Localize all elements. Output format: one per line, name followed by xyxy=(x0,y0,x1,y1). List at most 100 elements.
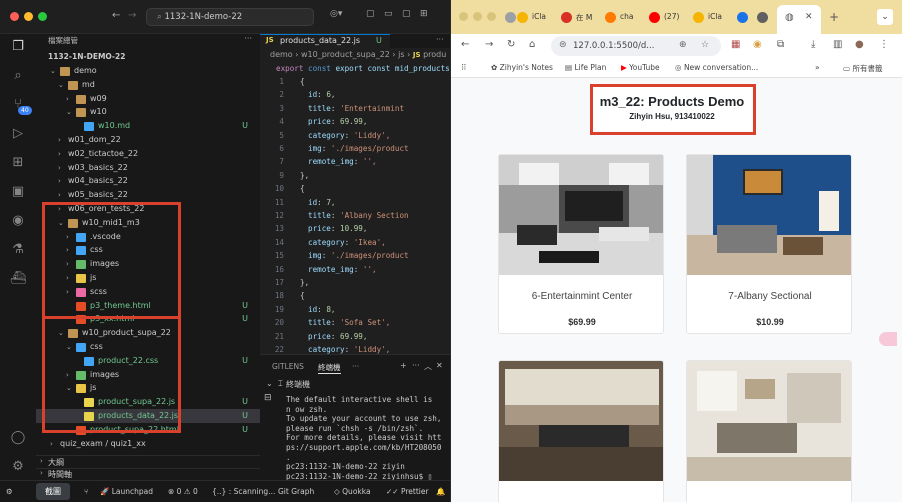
tree-item[interactable]: product_supa_22.html U xyxy=(36,423,260,437)
panel-tab-terminal[interactable]: 終端機 xyxy=(318,362,341,374)
browser-tab[interactable]: 在 M xyxy=(557,7,601,29)
minimize-window-icon[interactable] xyxy=(24,12,33,21)
tree-item[interactable]: › w02_tictactoe_22 xyxy=(36,147,260,161)
more-actions-icon[interactable]: ··· xyxy=(244,34,252,43)
floating-widget-icon[interactable] xyxy=(879,332,897,346)
breadcrumb-item[interactable]: produ xyxy=(423,50,446,59)
close-panel-icon[interactable]: ✕ xyxy=(436,361,443,370)
product-card[interactable]: 6-Entertainmint Center $69.99 xyxy=(498,154,664,334)
tree-item[interactable]: product_supa_22.js U xyxy=(36,395,260,409)
bookmark-item[interactable]: ▤ Life Plan xyxy=(565,63,606,72)
launchpad-item[interactable]: 🚀 Launchpad xyxy=(100,487,153,496)
quokka-item[interactable]: ◇ Quokka xyxy=(334,487,371,496)
all-bookmarks-item[interactable]: ▭ 所有書籤 xyxy=(843,63,882,74)
tree-item[interactable]: › images xyxy=(36,257,260,271)
tree-item[interactable]: ⌄ js xyxy=(36,381,260,395)
branch-icon[interactable]: ⑂ xyxy=(84,487,89,496)
tree-item[interactable]: › w06_oren_tests_22 xyxy=(36,202,260,216)
docker-icon[interactable]: ⛴ xyxy=(9,270,27,288)
tree-item[interactable]: › css xyxy=(36,243,260,257)
browser-tab[interactable]: cha xyxy=(601,7,645,29)
bookmark-item[interactable]: ▶ YouTube xyxy=(621,63,660,72)
menu-icon[interactable]: ⋮ xyxy=(879,39,889,50)
side-panel-icon[interactable]: ▥ xyxy=(833,39,842,50)
tree-item[interactable]: › w05_basics_22 xyxy=(36,188,260,202)
extensions-icon[interactable]: ⊞ xyxy=(9,154,27,172)
more-actions-icon[interactable]: ··· xyxy=(412,361,420,370)
home-icon[interactable]: ⌂ xyxy=(529,39,535,50)
copilot-icon[interactable]: ◎▾ xyxy=(330,9,342,19)
code-editor[interactable]: demo › w10_product_supa_22 › js › JS pro… xyxy=(260,48,450,354)
search-icon[interactable]: ⌕ xyxy=(9,67,27,85)
breadcrumb-item[interactable]: w10_product_supa_22 xyxy=(301,50,390,59)
bookmark-star-icon[interactable]: ☆ xyxy=(701,40,709,50)
tree-item[interactable]: p3_xx.html U xyxy=(36,312,260,326)
extensions-puzzle-icon[interactable]: ⧉ xyxy=(777,39,784,50)
browser-tab[interactable]: (27) xyxy=(645,7,689,29)
tree-item[interactable]: › js xyxy=(36,271,260,285)
editor-tab-products-data[interactable]: JS products_data_22.js U xyxy=(260,34,390,48)
tree-item[interactable]: › images xyxy=(36,368,260,382)
toggle-sidebar-icon[interactable]: ▢ xyxy=(366,9,375,19)
breadcrumb-item[interactable]: demo xyxy=(270,50,293,59)
tree-item[interactable]: p3_theme.html U xyxy=(36,299,260,313)
problems-item[interactable]: ⊗ 0 ⚠ 0 xyxy=(168,487,198,496)
tree-item[interactable]: › w01_dom_22 xyxy=(36,133,260,147)
close-window-icon[interactable] xyxy=(10,12,19,21)
toggle-panel-icon[interactable]: ▭ xyxy=(384,9,393,19)
extension-icon[interactable]: ◉ xyxy=(753,39,762,50)
panel-tab-gitlens[interactable]: GITLENS xyxy=(272,362,304,371)
tree-item[interactable]: › quiz_exam / quiz1_xx xyxy=(36,437,260,451)
product-card[interactable] xyxy=(686,360,852,502)
tree-item[interactable]: ⌄ css xyxy=(36,340,260,354)
tree-item[interactable]: product_22.css U xyxy=(36,354,260,368)
tree-item[interactable]: products_data_22.js U xyxy=(36,409,260,423)
outline-section[interactable]: › 大綱 xyxy=(36,455,260,468)
forward-arrow-icon[interactable]: → xyxy=(128,10,136,21)
product-card[interactable] xyxy=(498,360,664,502)
more-bookmarks-icon[interactable]: » xyxy=(815,63,820,72)
prettier-item[interactable]: ✓✓ Prettier xyxy=(386,487,429,496)
new-tab-icon[interactable]: + xyxy=(829,10,839,24)
download-icon[interactable]: ⤓ xyxy=(811,39,815,50)
apps-icon[interactable]: ⠿ xyxy=(461,63,467,72)
more-tabs-icon[interactable]: ··· xyxy=(436,35,444,44)
back-arrow-icon[interactable]: ← xyxy=(461,39,469,50)
tree-item[interactable]: ⌄ w10_product_supa_22 xyxy=(36,326,260,340)
tree-item[interactable]: › w04_basics_22 xyxy=(36,174,260,188)
tab-search-chevron-icon[interactable]: ⌄ xyxy=(877,9,893,25)
avatar[interactable]: ● xyxy=(855,39,864,50)
site-info-icon[interactable]: ⊜ xyxy=(559,40,567,50)
customize-layout-icon[interactable]: ⊞ xyxy=(420,9,428,19)
maximize-window-icon[interactable] xyxy=(38,12,47,21)
remote-explorer-icon[interactable]: ▣ xyxy=(9,183,27,201)
tree-item[interactable]: › w03_basics_22 xyxy=(36,161,260,175)
testing-icon[interactable]: ⚗ xyxy=(9,241,27,259)
scanning-status[interactable]: {..} : Scanning... xyxy=(212,487,275,496)
reload-icon[interactable]: ↻ xyxy=(507,39,515,50)
new-terminal-icon[interactable]: + xyxy=(400,361,407,370)
remote-icon[interactable]: ⚙ xyxy=(6,487,13,496)
workspace-root[interactable]: 1132-1N-DEMO-22 xyxy=(48,50,125,64)
product-card[interactable]: 7-Albany Sectional $10.99 xyxy=(686,154,852,334)
maximize-window-icon[interactable] xyxy=(487,12,496,21)
browser-tab[interactable] xyxy=(753,7,773,29)
tree-item[interactable]: ⌄ w10 xyxy=(36,105,260,119)
browser-tab[interactable]: iCla xyxy=(513,7,557,29)
settings-gear-icon[interactable]: ⚙ xyxy=(9,458,27,476)
minimize-window-icon[interactable] xyxy=(473,12,482,21)
toggle-secondary-sidebar-icon[interactable]: ▢ xyxy=(402,9,411,19)
close-tab-icon[interactable]: ✕ xyxy=(805,12,813,22)
forward-arrow-icon[interactable]: → xyxy=(485,39,493,50)
notifications-icon[interactable]: 🔔 xyxy=(436,487,445,496)
maximize-panel-icon[interactable]: ︿ xyxy=(424,361,432,372)
explorer-icon[interactable]: ❐ xyxy=(9,38,27,56)
breadcrumb-item[interactable]: js xyxy=(398,50,404,59)
bookmark-item[interactable]: ✿ Zihyin's Notes xyxy=(491,63,553,72)
browser-tab[interactable]: iCla xyxy=(689,7,733,29)
tree-item[interactable]: w10.md U xyxy=(36,119,260,133)
address-bar[interactable]: ⊜ 127.0.0.1:5500/d... ⊕ ☆ xyxy=(551,36,721,56)
tree-item[interactable]: › w09 xyxy=(36,92,260,106)
back-arrow-icon[interactable]: ← xyxy=(112,10,120,21)
browser-tab[interactable] xyxy=(733,7,753,29)
